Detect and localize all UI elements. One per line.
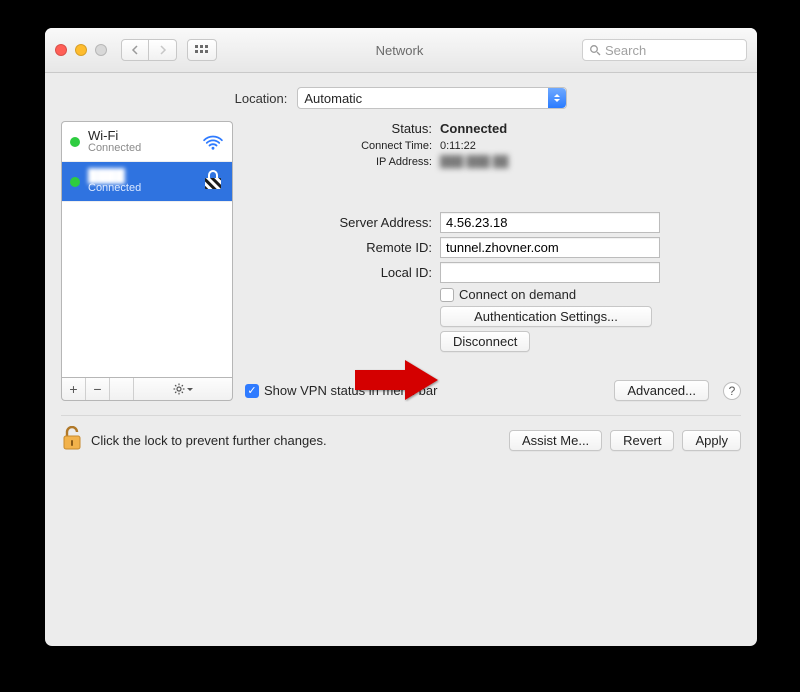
window-controls (55, 44, 107, 56)
status-value: Connected (440, 121, 741, 136)
ip-row: IP Address: ███ ███ ██ (245, 156, 741, 168)
status-dot-icon (70, 177, 80, 187)
preferences-window: Network Search Location: Automatic (45, 28, 757, 646)
location-value: Automatic (304, 91, 362, 106)
status-row: Status: Connected (245, 121, 741, 136)
wifi-icon (202, 134, 224, 150)
help-button[interactable]: ? (723, 382, 741, 400)
dropdown-stepper-icon (548, 88, 566, 108)
sidebar-item-name: ████ (88, 169, 194, 183)
location-label: Location: (235, 91, 288, 106)
show-vpn-status-checkbox[interactable]: ✓ (245, 384, 259, 398)
bottom-options-row: ✓ Show VPN status in menu bar Advanced..… (245, 380, 741, 401)
main-content: Wi-Fi Connected ████ (61, 121, 741, 401)
service-sidebar: Wi-Fi Connected ████ (61, 121, 233, 401)
local-id-input[interactable] (440, 262, 660, 283)
server-address-row: Server Address: (245, 212, 741, 233)
remote-id-input[interactable] (440, 237, 660, 258)
sidebar-item-wifi[interactable]: Wi-Fi Connected (62, 122, 232, 162)
search-placeholder: Search (605, 43, 646, 58)
search-icon (589, 44, 601, 56)
show-all-button[interactable] (187, 39, 217, 61)
sidebar-item-text: Wi-Fi Connected (88, 129, 194, 154)
authentication-settings-button[interactable]: Authentication Settings... (440, 306, 652, 327)
status-dot-icon (70, 137, 80, 147)
remote-id-label: Remote ID: (245, 240, 440, 255)
zoom-window-button[interactable] (95, 44, 107, 56)
chevron-left-icon (131, 45, 139, 55)
grid-icon (195, 45, 209, 55)
chevron-right-icon (159, 45, 167, 55)
connect-on-demand-label: Connect on demand (459, 287, 576, 302)
service-detail: Status: Connected Connect Time: 0:11:22 … (245, 121, 741, 401)
connect-time-label: Connect Time: (245, 140, 440, 152)
assist-me-button[interactable]: Assist Me... (509, 430, 602, 451)
auth-settings-row: Authentication Settings... (245, 306, 741, 327)
sidebar-item-text: ████ Connected (88, 169, 194, 194)
service-options-button[interactable] (134, 378, 232, 400)
connect-on-demand-checkbox[interactable] (440, 288, 454, 302)
sidebar-spacer (110, 378, 134, 400)
sidebar-toolbar: + − (61, 377, 233, 401)
show-vpn-status-label: Show VPN status in menu bar (264, 383, 437, 398)
local-id-label: Local ID: (245, 265, 440, 280)
connect-on-demand-row: Connect on demand (245, 287, 741, 302)
server-address-label: Server Address: (245, 215, 440, 230)
lock-icon (202, 170, 224, 193)
back-button[interactable] (121, 39, 149, 61)
apply-button[interactable]: Apply (682, 430, 741, 451)
window-title: Network (227, 43, 572, 58)
close-window-button[interactable] (55, 44, 67, 56)
service-list: Wi-Fi Connected ████ (61, 121, 233, 377)
titlebar: Network Search (45, 28, 757, 73)
minimize-window-button[interactable] (75, 44, 87, 56)
search-field[interactable]: Search (582, 39, 747, 61)
location-dropdown[interactable]: Automatic (297, 87, 567, 109)
window-body: Location: Automatic Wi-Fi Connected (45, 73, 757, 465)
advanced-button[interactable]: Advanced... (614, 380, 709, 401)
gear-icon (173, 383, 185, 395)
footer: Click the lock to prevent further change… (61, 415, 741, 455)
remote-id-row: Remote ID: (245, 237, 741, 258)
lock-text: Click the lock to prevent further change… (91, 433, 501, 448)
status-label: Status: (245, 121, 440, 136)
connect-time-row: Connect Time: 0:11:22 (245, 140, 741, 152)
sidebar-item-vpn[interactable]: ████ Connected (62, 162, 232, 202)
server-address-input[interactable] (440, 212, 660, 233)
remove-service-button[interactable]: − (86, 378, 110, 400)
nav-back-forward (121, 39, 177, 61)
lock-icon[interactable] (61, 426, 83, 455)
sidebar-item-sub: Connected (88, 183, 194, 195)
local-id-row: Local ID: (245, 262, 741, 283)
location-row: Location: Automatic (61, 87, 741, 109)
connect-time-value: 0:11:22 (440, 140, 741, 152)
sidebar-item-name: Wi-Fi (88, 129, 194, 143)
ip-label: IP Address: (245, 156, 440, 168)
revert-button[interactable]: Revert (610, 430, 674, 451)
disconnect-button[interactable]: Disconnect (440, 331, 530, 352)
disconnect-row: Disconnect (245, 331, 741, 352)
ip-value: ███ ███ ██ (440, 156, 741, 168)
sidebar-item-sub: Connected (88, 143, 194, 155)
forward-button[interactable] (149, 39, 177, 61)
add-service-button[interactable]: + (62, 378, 86, 400)
